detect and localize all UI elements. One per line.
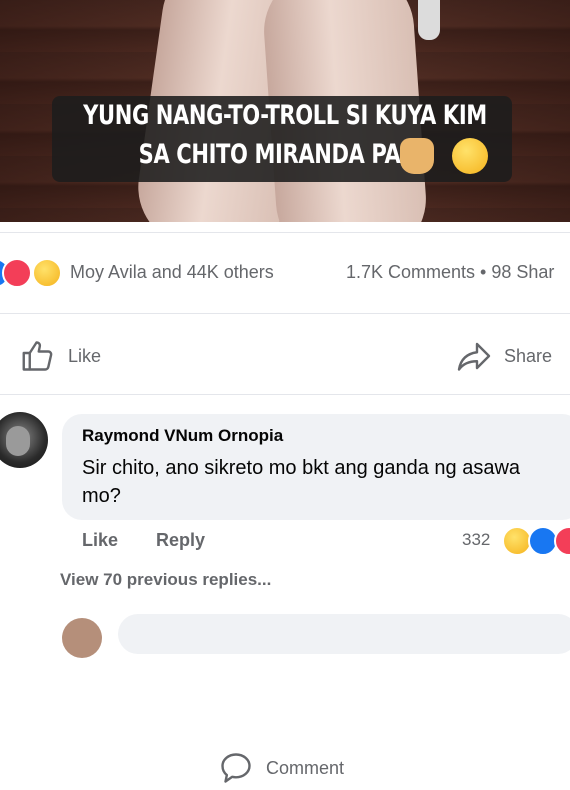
like-label: Like — [68, 345, 102, 366]
love-reaction-icon — [554, 526, 570, 556]
haha-reaction-icon — [32, 258, 62, 288]
comment-text: Sir chito, ano sikreto mo bkt ang ganda … — [82, 457, 521, 507]
comment-label: Comment — [266, 757, 345, 778]
comment-bubble-icon — [221, 753, 251, 783]
like-button[interactable]: Like — [20, 334, 101, 378]
reaction-names[interactable]: Moy Avila and 44K others — [70, 262, 274, 283]
comment-bubble — [118, 614, 570, 654]
avatar-face — [6, 426, 30, 456]
comment-author[interactable]: Raymond VNum Ornopia — [82, 426, 283, 446]
divider — [0, 313, 570, 314]
comment-reply-button[interactable]: Reply — [156, 530, 205, 551]
caption-line-1: YUNG NANG-TO-TROLL SI KUYA KIM — [83, 100, 487, 131]
avatar[interactable] — [62, 618, 102, 658]
post-image[interactable]: YUNG NANG-TO-TROLL SI KUYA KIM SA CHITO … — [0, 0, 570, 222]
comment-like-button[interactable]: Like — [82, 530, 118, 551]
share-button[interactable]: Share — [456, 334, 552, 378]
avatar[interactable] — [0, 412, 48, 468]
divider — [0, 232, 570, 233]
view-previous-replies-link[interactable]: View 70 previous replies... — [60, 570, 271, 590]
reactions-summary[interactable]: Moy Avila and 44K others 1.7K Comments •… — [0, 256, 570, 290]
post-actions-bar: Like Comment Share — [0, 334, 570, 783]
love-reaction-icon — [2, 258, 32, 288]
share-arrow-icon — [457, 342, 491, 371]
comment-share-stats[interactable]: 1.7K Comments • 98 Shar — [346, 262, 554, 283]
comment-actions: Like Reply 332 — [0, 526, 570, 556]
thumbs-up-icon — [22, 341, 53, 371]
share-label: Share — [504, 345, 553, 366]
rock-hand-emoji-icon — [400, 138, 434, 174]
photo-shoe — [418, 0, 440, 40]
comment-button[interactable]: Comment — [218, 746, 570, 790]
divider — [0, 394, 570, 395]
caption-line-2: SA CHITO MIRANDA PAGE — [138, 139, 432, 170]
comment-reaction-count[interactable]: 332 — [462, 530, 490, 550]
sweat-smile-emoji-icon — [452, 138, 488, 174]
